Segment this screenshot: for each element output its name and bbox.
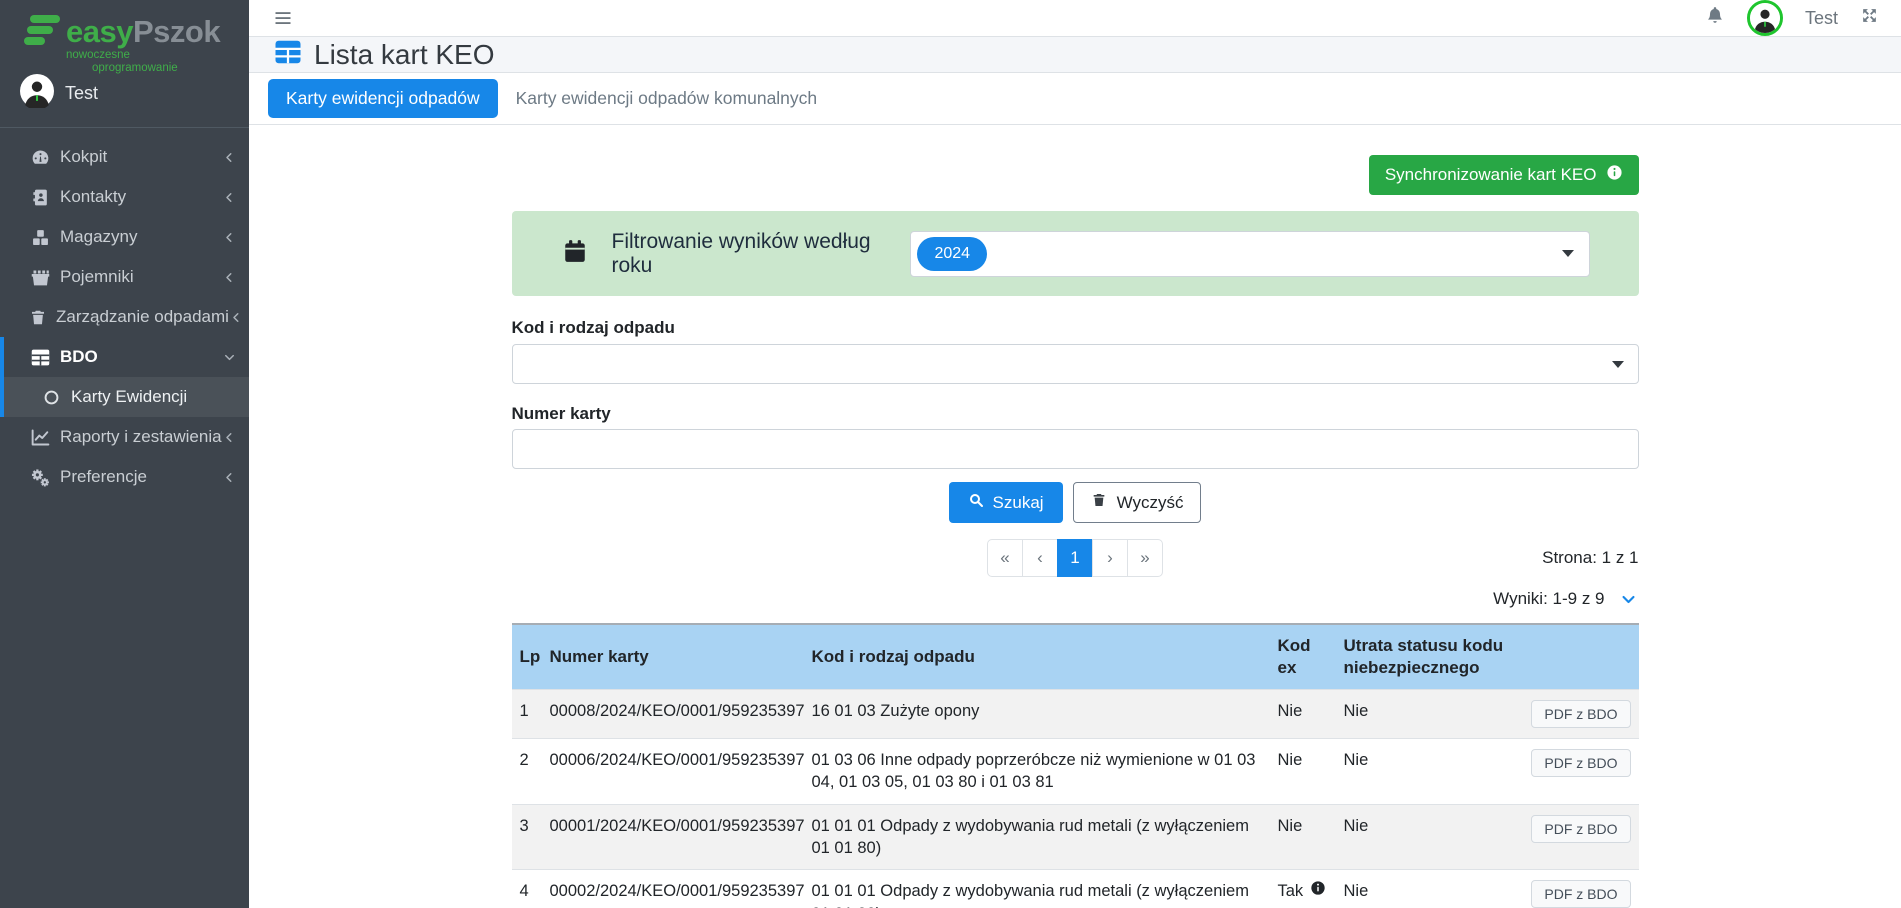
chart-line-icon	[29, 427, 51, 448]
address-book-icon	[29, 187, 51, 208]
sidebar-item-preferencje[interactable]: Preferencje	[0, 457, 249, 497]
pdf-z-bdo-button[interactable]: PDF z BDO	[1531, 700, 1630, 728]
pagination-row: « ‹ 1 › » Strona: 1 z 1	[512, 539, 1639, 577]
table-row: 1 00008/2024/KEO/0001/959235397 16 01 03…	[512, 690, 1639, 739]
tab-karty-ewidencji-odpadow[interactable]: Karty ewidencji odpadów	[268, 79, 498, 118]
caret-down-icon	[1562, 250, 1574, 257]
page-header: Lista kart KEO	[249, 37, 1901, 72]
page-title: Lista kart KEO	[314, 39, 495, 71]
circle-icon	[40, 388, 62, 407]
year-select[interactable]: 2024	[910, 231, 1589, 277]
hamburger-menu-button[interactable]	[273, 8, 293, 28]
chevron-left-icon	[222, 190, 237, 205]
chevron-left-icon	[222, 150, 237, 165]
chevron-down-icon	[222, 350, 237, 365]
search-icon	[968, 492, 984, 513]
sidebar-item-kokpit[interactable]: Kokpit	[0, 137, 249, 177]
selected-year-pill[interactable]: 2024	[917, 237, 987, 271]
sidebar-item-raporty[interactable]: Raporty i zestawienia	[0, 417, 249, 457]
content-card: Karty ewidencji odpadów Karty ewidencji …	[249, 72, 1901, 908]
pdf-z-bdo-button[interactable]: PDF z BDO	[1531, 815, 1630, 843]
first-page-button[interactable]: «	[987, 539, 1023, 577]
calendar-icon	[562, 238, 588, 269]
cubes-icon	[29, 227, 51, 248]
table-row: 2 00006/2024/KEO/0001/959235397 01 03 06…	[512, 739, 1639, 805]
dumpster-icon	[29, 267, 51, 288]
results-count-row: Wyniki: 1-9 z 9	[512, 589, 1639, 609]
next-page-button[interactable]: ›	[1092, 539, 1128, 577]
user-avatar	[20, 74, 54, 113]
chevron-left-icon	[229, 310, 244, 325]
last-page-button[interactable]: »	[1127, 539, 1163, 577]
fullscreen-icon[interactable]	[1860, 6, 1879, 30]
prev-page-button[interactable]: ‹	[1022, 539, 1058, 577]
header-lp: Lp	[512, 624, 542, 690]
synchronize-keo-button[interactable]: Synchronizowanie kart KEO	[1369, 155, 1639, 195]
sidebar-nav: Kokpit Kontakty Magazyny	[0, 128, 249, 497]
table-row: 3 00001/2024/KEO/0001/959235397 01 01 01…	[512, 804, 1639, 870]
sidebar-user-name: Test	[65, 83, 98, 104]
trash-icon	[29, 307, 47, 328]
bell-icon[interactable]	[1705, 5, 1725, 31]
table-header-row: Lp Numer karty Kod i rodzaj odpadu Kod e…	[512, 624, 1639, 690]
sidebar-item-kontakty[interactable]: Kontakty	[0, 177, 249, 217]
page-count-label: Strona: 1 z 1	[1542, 548, 1638, 568]
pdf-z-bdo-button[interactable]: PDF z BDO	[1531, 880, 1630, 908]
numer-karty-input[interactable]	[512, 429, 1639, 469]
trash-icon	[1091, 491, 1107, 514]
kod-odpadu-select[interactable]	[512, 344, 1639, 384]
gears-icon	[29, 467, 51, 488]
info-icon[interactable]	[1310, 880, 1326, 902]
sidebar-item-magazyny[interactable]: Magazyny	[0, 217, 249, 257]
brand-name: easyPszok	[66, 14, 220, 49]
chevron-left-icon	[222, 470, 237, 485]
chevron-left-icon	[222, 430, 237, 445]
topbar-user-name: Test	[1805, 8, 1838, 29]
results-count-label: Wyniki: 1-9 z 9	[1493, 589, 1604, 609]
current-page-button[interactable]: 1	[1057, 539, 1093, 577]
card-body: Synchronizowanie kart KEO Filtrowanie wy…	[512, 125, 1639, 908]
pdf-z-bdo-button[interactable]: PDF z BDO	[1531, 749, 1630, 777]
table-row: 4 00002/2024/KEO/0001/959235397 01 01 01…	[512, 870, 1639, 908]
sidebar-user-panel: Test	[0, 64, 249, 128]
table-icon	[273, 37, 303, 72]
chevron-left-icon	[222, 270, 237, 285]
year-filter-label: Filtrowanie wyników według roku	[612, 230, 911, 278]
sidebar-item-zarzadzanie-odpadami[interactable]: Zarządzanie odpadami	[0, 297, 249, 337]
easypszok-logo-icon	[14, 8, 66, 61]
header-kod-ex: Kod ex	[1270, 624, 1336, 690]
chevron-down-icon[interactable]	[1620, 591, 1637, 608]
header-actions	[1516, 624, 1639, 690]
brand-logo[interactable]: easyPszok nowoczesneoprogramowanie	[0, 0, 249, 64]
sidebar-item-karty-ewidencji[interactable]: Karty Ewidencji	[0, 377, 249, 417]
sidebar-item-bdo[interactable]: BDO	[0, 337, 249, 377]
sidebar-item-pojemniki[interactable]: Pojemniki	[0, 257, 249, 297]
szukaj-button[interactable]: Szukaj	[949, 482, 1063, 523]
keo-table: Lp Numer karty Kod i rodzaj odpadu Kod e…	[512, 623, 1639, 908]
pager: « ‹ 1 › »	[987, 539, 1163, 577]
header-utrata: Utrata statusu kodu niebezpiecznego	[1336, 624, 1516, 690]
header-kod-odpadu: Kod i rodzaj odpadu	[804, 624, 1270, 690]
tab-bar: Karty ewidencji odpadów Karty ewidencji …	[249, 73, 1901, 125]
numer-karty-label: Numer karty	[512, 404, 1639, 424]
app-window: easyPszok nowoczesneoprogramowanie Test	[0, 0, 1901, 908]
main-area: Test Lista kart KEO Karty ewidencji odpa…	[249, 0, 1901, 908]
tab-karty-ewidencji-odpadow-komunalnych[interactable]: Karty ewidencji odpadów komunalnych	[498, 79, 836, 118]
caret-down-icon	[1612, 361, 1624, 368]
kod-odpadu-label: Kod i rodzaj odpadu	[512, 318, 1639, 338]
table-icon	[29, 347, 51, 368]
sidebar-group-bdo: BDO Karty Ewidencji	[0, 337, 249, 417]
user-avatar-button[interactable]	[1747, 0, 1783, 36]
sidebar: easyPszok nowoczesneoprogramowanie Test	[0, 0, 249, 908]
header-numer-karty: Numer karty	[542, 624, 804, 690]
topbar: Test	[249, 0, 1901, 37]
speedometer-icon	[29, 147, 51, 168]
wyczysc-button[interactable]: Wyczyść	[1073, 482, 1202, 523]
info-icon	[1606, 164, 1623, 186]
chevron-left-icon	[222, 230, 237, 245]
year-filter-bar: Filtrowanie wyników według roku 2024	[512, 211, 1639, 296]
